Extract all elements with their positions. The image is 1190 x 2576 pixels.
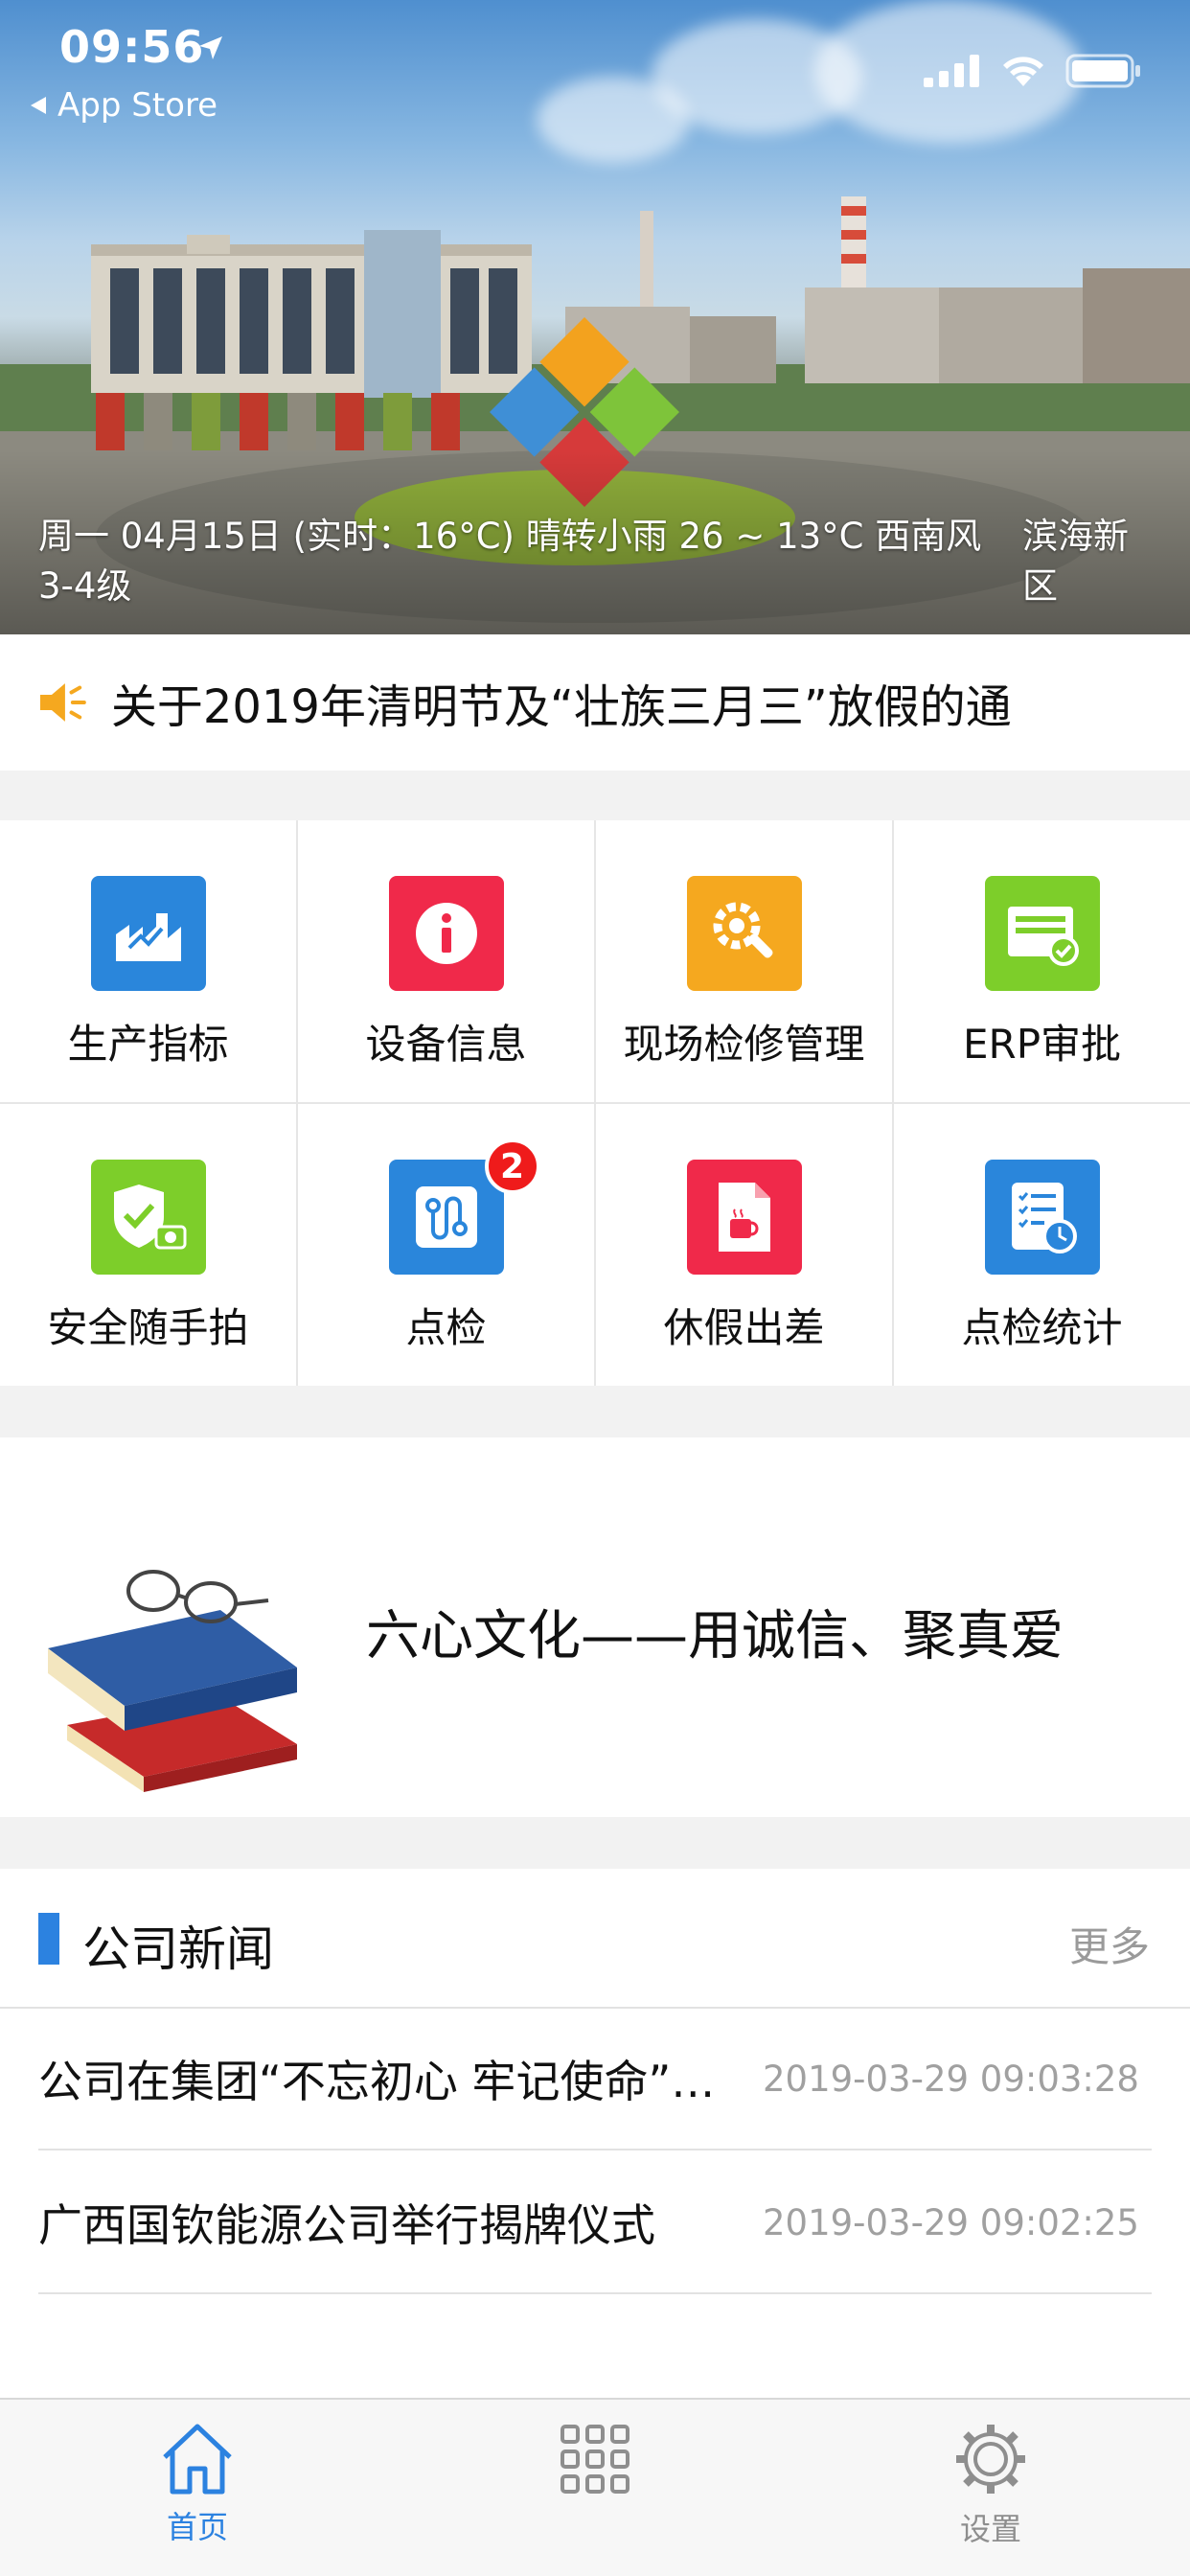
notification-badge: 2 [484,1138,540,1194]
news-title: 公司新闻 [82,1921,274,1977]
grid-item-label: 休假出差 [663,1304,825,1351]
grid-item-label: ERP审批 [962,1021,1122,1068]
news-item-date: 2019-03-29 09:03:28 [763,2058,1139,2100]
news-header: 公司新闻 更多 [0,1869,1190,2009]
home-icon [163,2424,232,2495]
section-accent-bar [38,1913,59,1965]
battery-icon [1065,54,1140,88]
grid-item-label: 安全随手拍 [47,1304,249,1351]
grid-item-label: 设备信息 [365,1021,527,1068]
grid-item-equipment[interactable]: 设备信息 [298,820,594,1102]
tab-bar: 首页 设置 [0,2398,1190,2576]
weather-main: 周一 04月15日 (实时：16°C) 晴转小雨 26 ~ 13°C 西南风3-… [38,516,982,607]
grid-item-erp[interactable]: ERP审批 [894,820,1190,1102]
news-item-date: 2019-03-29 09:02:25 [763,2201,1139,2243]
function-grid: 生产指标 设备信息 现场检修管理 ERP审批 安全随手拍 2 点检 休假出差 点… [0,820,1190,1386]
approval-card-icon [984,876,1100,991]
back-to-app-store[interactable]: App Store [29,86,217,125]
tab-apps[interactable] [499,2421,691,2496]
grid-item-production[interactable]: 生产指标 [0,820,296,1102]
shield-camera-icon [90,1160,206,1275]
info-icon [388,876,504,991]
wrench-gear-icon [686,876,802,991]
status-bar: 09:56 App Store [0,19,1190,125]
grid-item-safety-photo[interactable]: 安全随手拍 [0,1104,296,1386]
grid-icon [561,2425,629,2494]
news-section: 公司新闻 更多 公司在集团“不忘初心 牢记使命”主题教育活动中 2019-03-… [0,1869,1190,2398]
notice-text: 关于2019年清明节及“壮族三月三”放假的通 [110,680,1012,734]
location-arrow-icon [199,36,222,59]
books-glasses-illustration [48,1570,297,1792]
culture-slogan: 六心文化——用诚信、聚真爱 [366,1605,1064,1668]
route-check-icon: 2 [388,1138,540,1275]
checklist-clock-icon [984,1160,1100,1275]
system-icons [924,54,1142,88]
gear-icon [956,2425,1025,2494]
coffee-document-icon [686,1160,802,1275]
weather-area: 滨海新区 [1022,516,1129,607]
tab-settings[interactable]: 设置 [895,2421,1087,2549]
grid-item-inspection-stats[interactable]: 点检统计 [894,1104,1190,1386]
grid-item-label: 现场检修管理 [623,1021,865,1068]
grid-item-leave-trip[interactable]: 休假出差 [596,1104,892,1386]
tab-home-label: 首页 [166,2509,228,2545]
factory-chart-icon [90,876,206,991]
tab-settings-label: 设置 [959,2511,1021,2547]
notice-bar[interactable]: 关于2019年清明节及“壮族三月三”放假的通 [0,634,1190,770]
grid-item-inspection[interactable]: 2 点检 [298,1104,594,1386]
grid-item-maintenance[interactable]: 现场检修管理 [596,820,892,1102]
back-label: App Store [57,86,218,125]
news-item-title: 广西国钦能源公司举行揭牌仪式 [38,2199,655,2251]
hero-banner[interactable]: 09:56 App Store 周一 04月15日 (实时：16°C) 晴转小雨… [0,0,1190,634]
back-triangle-icon [31,97,46,114]
news-item[interactable]: 广西国钦能源公司举行揭牌仪式 2019-03-29 09:02:25 [38,2152,1152,2294]
news-more-link[interactable]: 更多 [1069,1915,1150,1973]
culture-banner[interactable]: 六心文化——用诚信、聚真爱 [0,1438,1190,1817]
signal-icon [924,55,979,87]
news-item[interactable]: 公司在集团“不忘初心 牢记使命”主题教育活动中 2019-03-29 09:03… [38,2009,1152,2150]
speaker-icon [39,683,86,722]
grid-item-label: 生产指标 [67,1021,229,1068]
status-time: 09:56 [59,21,205,73]
wifi-icon [1003,57,1043,86]
grid-item-label: 点检统计 [961,1304,1123,1351]
news-item-title: 公司在集团“不忘初心 牢记使命”主题教育活动中 [38,2056,755,2107]
grid-item-label: 点检 [405,1304,487,1351]
tab-home[interactable]: 首页 [102,2421,293,2547]
